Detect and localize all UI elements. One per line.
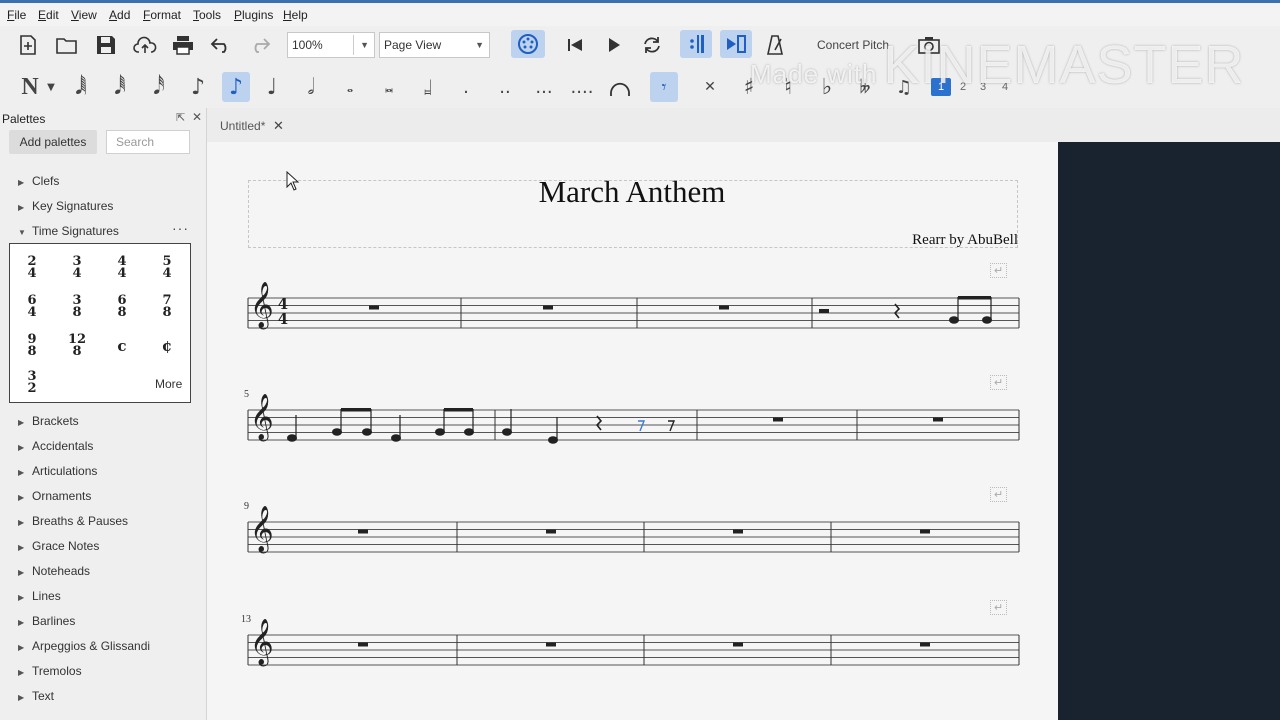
measure-number: 13 xyxy=(241,614,251,625)
score-time-signature[interactable]: 44 xyxy=(277,297,289,327)
measure-number: 9 xyxy=(244,501,249,512)
selected-rest[interactable] xyxy=(638,420,646,432)
treble-clef-icon[interactable]: 𝄞 xyxy=(250,619,274,665)
system-break-icon[interactable]: ↵ xyxy=(990,487,1008,502)
treble-clef-icon[interactable]: 𝄞 xyxy=(250,506,274,552)
score-staves xyxy=(247,296,1020,666)
treble-clef-icon[interactable]: 𝄞 xyxy=(250,282,274,328)
system-break-icon[interactable]: ↵ xyxy=(990,600,1008,615)
system-break-icon[interactable]: ↵ xyxy=(990,375,1008,390)
system-break-icon[interactable]: ↵ xyxy=(990,263,1008,278)
treble-clef-icon[interactable]: 𝄞 xyxy=(250,394,274,440)
measure-number: 5 xyxy=(244,389,249,400)
